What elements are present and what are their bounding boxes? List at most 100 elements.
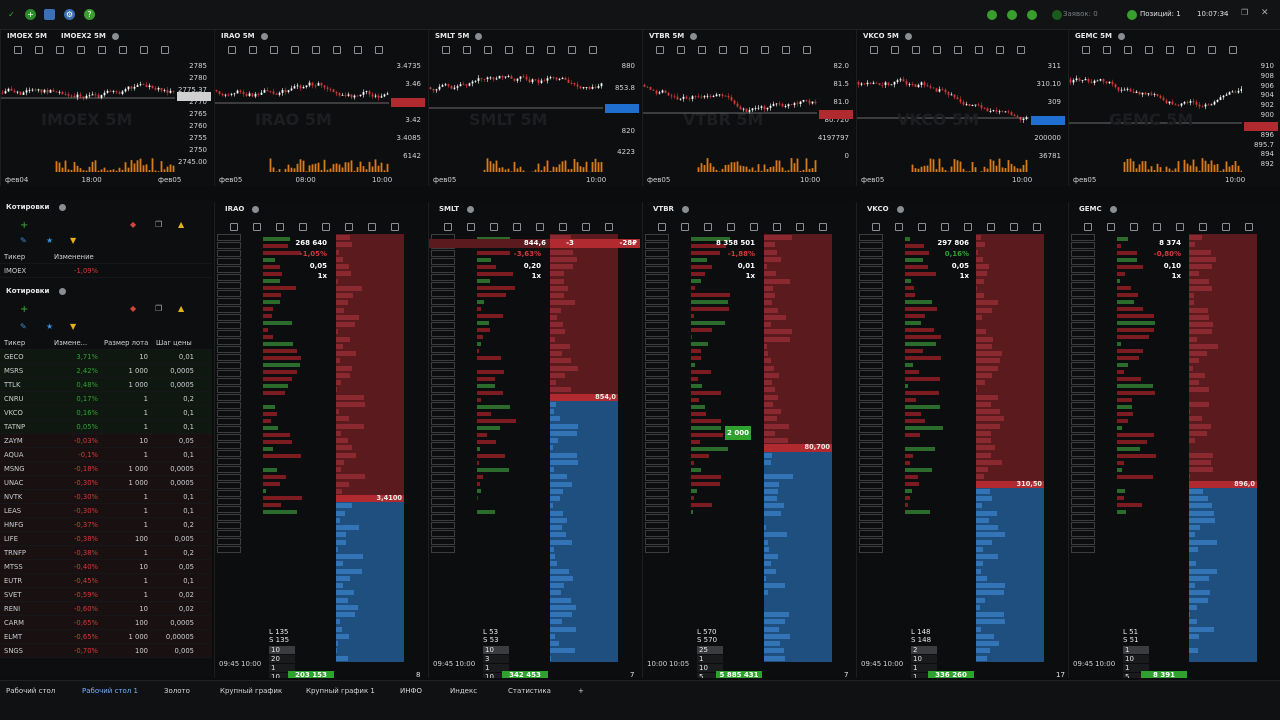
ladder-row[interactable] <box>1189 422 1257 430</box>
ladder-row[interactable] <box>1189 357 1257 365</box>
ladder-row[interactable] <box>550 466 618 474</box>
ladder-row[interactable] <box>976 466 1044 474</box>
ladder-row[interactable] <box>764 255 832 263</box>
quantity-preset[interactable]: 10 <box>1123 655 1149 663</box>
ladder-row[interactable] <box>764 524 832 532</box>
ladder-row[interactable] <box>550 495 618 503</box>
add-icon[interactable]: + <box>20 304 28 315</box>
ladder-row[interactable] <box>976 350 1044 358</box>
ladder-row[interactable] <box>550 321 618 329</box>
ladder-row[interactable] <box>976 422 1044 430</box>
ladder-row[interactable] <box>1189 473 1257 481</box>
close-icon[interactable] <box>252 205 260 213</box>
chart-tool-icon[interactable] <box>1103 46 1111 54</box>
ladder-row[interactable] <box>764 321 832 329</box>
dom-tool-icon[interactable] <box>1084 223 1092 231</box>
ladder-row[interactable] <box>976 241 1044 249</box>
ladder-row[interactable] <box>764 241 832 249</box>
watchlist-row[interactable]: UNAC -0,30% 1 000 0,0005 <box>0 476 212 490</box>
ladder-row[interactable] <box>550 654 618 662</box>
ladder-row[interactable] <box>336 277 404 285</box>
chart-tool-icon[interactable] <box>656 46 664 54</box>
ladder-row[interactable] <box>336 379 404 387</box>
ladder-row[interactable] <box>764 589 832 597</box>
ladder-row[interactable] <box>336 560 404 568</box>
ladder-row[interactable] <box>764 451 832 459</box>
ladder-row[interactable] <box>1189 277 1257 285</box>
ladder-row[interactable] <box>764 234 832 242</box>
dom-tool-icon[interactable] <box>391 223 399 231</box>
ladder-row[interactable] <box>764 458 832 466</box>
ladder-row[interactable] <box>976 567 1044 575</box>
ladder-row[interactable] <box>550 524 618 532</box>
ladder-row[interactable] <box>976 313 1044 321</box>
dom-tool-icon[interactable] <box>345 223 353 231</box>
ladder-row[interactable] <box>976 393 1044 401</box>
ladder-row[interactable] <box>550 292 618 300</box>
ladder-row[interactable] <box>976 531 1044 539</box>
ladder-row[interactable] <box>550 611 618 619</box>
ladder-row[interactable] <box>336 654 404 662</box>
watchlist-row[interactable]: IMOEX -1,09% <box>0 264 212 278</box>
ladder-row[interactable] <box>764 618 832 626</box>
ladder-row[interactable] <box>764 495 832 503</box>
ladder-row[interactable] <box>336 270 404 278</box>
close-icon[interactable] <box>475 32 483 40</box>
watchlist-row[interactable]: CARM -0,65% 100 0,0005 <box>0 616 212 630</box>
ladder-row[interactable] <box>1189 234 1257 242</box>
ladder-row[interactable] <box>1189 444 1257 452</box>
ladder-row[interactable] <box>336 538 404 546</box>
ladder-row[interactable] <box>336 632 404 640</box>
ladder-row[interactable] <box>976 502 1044 510</box>
ladder-row[interactable] <box>550 567 618 575</box>
ladder-row[interactable] <box>550 313 618 321</box>
ladder-row[interactable] <box>1189 451 1257 459</box>
chart-tool-icon[interactable] <box>312 46 320 54</box>
ladder-row[interactable] <box>976 451 1044 459</box>
quantity-preset[interactable]: 10 <box>483 646 509 654</box>
ladder-row[interactable] <box>336 342 404 350</box>
eraser-icon[interactable]: ◆ <box>130 304 136 313</box>
ladder-row[interactable] <box>976 299 1044 307</box>
ladder-row[interactable] <box>764 415 832 423</box>
ladder-row[interactable] <box>1189 379 1257 387</box>
ladder-row[interactable] <box>1189 647 1257 655</box>
dom-tool-icon[interactable] <box>681 223 689 231</box>
ladder-row[interactable] <box>336 596 404 604</box>
ladder-row[interactable] <box>550 379 618 387</box>
ladder-row[interactable] <box>336 284 404 292</box>
dom-tool-icon[interactable] <box>1033 223 1041 231</box>
ladder-row[interactable] <box>1189 371 1257 379</box>
chart-tool-icon[interactable] <box>442 46 450 54</box>
ladder-row[interactable] <box>764 466 832 474</box>
ladder-row[interactable] <box>336 589 404 597</box>
dom-tool-icon[interactable] <box>1130 223 1138 231</box>
ladder-row[interactable] <box>764 379 832 387</box>
watchlist-row[interactable]: AQUA -0,1% 1 0,1 <box>0 448 212 462</box>
watchlist-row[interactable]: LEAS -0,30% 1 0,1 <box>0 504 212 518</box>
ladder-row[interactable] <box>1189 335 1257 343</box>
ladder-row[interactable] <box>764 313 832 321</box>
watchlist-row[interactable]: GECO 3,71% 10 0,01 <box>0 350 212 364</box>
dom-tool-icon[interactable] <box>1245 223 1253 231</box>
ladder-row[interactable] <box>976 263 1044 271</box>
dom-tool-icon[interactable] <box>941 223 949 231</box>
quantity-preset[interactable]: 3 <box>483 655 509 663</box>
ladder-row[interactable] <box>550 545 618 553</box>
ladder-row[interactable] <box>1189 306 1257 314</box>
ladder-row[interactable] <box>550 574 618 582</box>
chart-tool-icon[interactable] <box>1145 46 1153 54</box>
ladder-row[interactable] <box>336 429 404 437</box>
dom-tool-icon[interactable] <box>605 223 613 231</box>
ladder-row[interactable] <box>336 611 404 619</box>
ladder-row[interactable] <box>550 371 618 379</box>
ladder-row[interactable] <box>550 335 618 343</box>
ladder-row[interactable] <box>976 560 1044 568</box>
chart-tool-icon[interactable] <box>568 46 576 54</box>
ladder-row[interactable] <box>336 364 404 372</box>
ladder-row[interactable] <box>976 647 1044 655</box>
chart-tool-icon[interactable] <box>375 46 383 54</box>
ladder-row[interactable] <box>1189 611 1257 619</box>
watchlist-row[interactable]: CNRU 0,17% 1 0,2 <box>0 392 212 406</box>
ladder-row[interactable] <box>976 538 1044 546</box>
